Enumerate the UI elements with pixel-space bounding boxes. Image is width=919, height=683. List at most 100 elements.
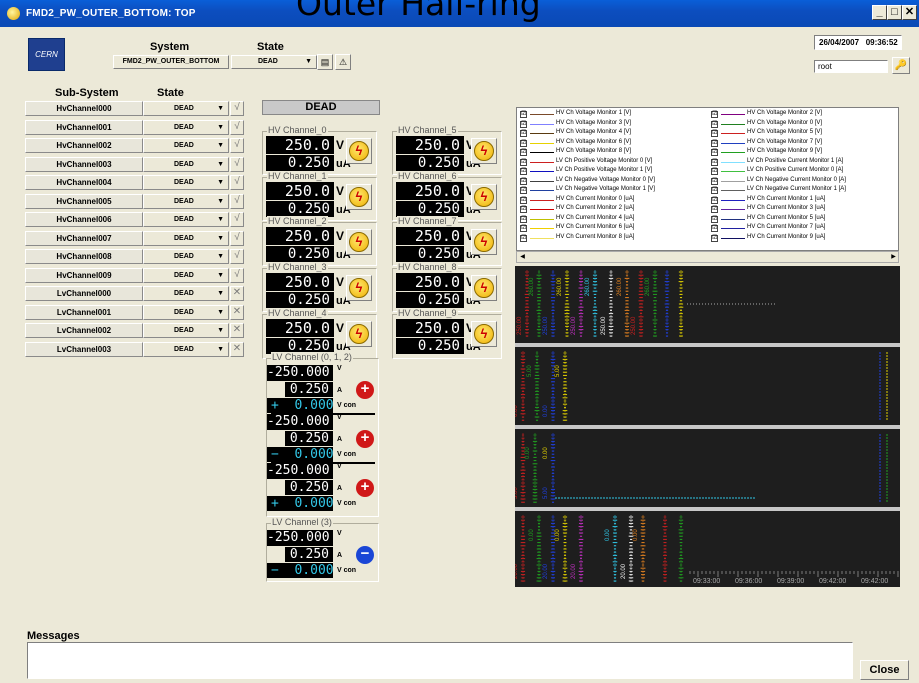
subsystem-button[interactable]: HvChannel002 (25, 138, 143, 153)
user-field[interactable]: root (814, 60, 888, 73)
subsystem-button[interactable]: LvChannel003 (25, 341, 143, 357)
subsystem-state-select[interactable]: DEAD ▼ (143, 119, 229, 135)
power-button[interactable]: ϟ (471, 229, 497, 255)
power-button[interactable]: ϟ (471, 275, 497, 301)
trend-plot-3[interactable]: 5.00 0.00 5.00 0.00 (513, 429, 900, 507)
plus-icon[interactable]: + (356, 381, 374, 399)
subsystem-button[interactable]: HvChannel005 (25, 193, 143, 209)
subsystem-state-select[interactable]: DEAD ▼ (143, 156, 229, 172)
check-icon[interactable]: √ (230, 212, 244, 227)
power-button[interactable]: ϟ (471, 321, 497, 347)
subsystem-state-select[interactable]: DEAD ▼ (143, 249, 229, 264)
legend-checkbox[interactable]: ☑ (711, 234, 718, 242)
trend-plot-2[interactable]: 0.00 5.00 0.00 5.00 (513, 347, 900, 425)
subsystem-button[interactable]: LvChannel001 (25, 304, 143, 320)
subsystem-button[interactable]: HvChannel007 (25, 230, 143, 246)
close-window-button[interactable]: ✕ (902, 5, 917, 20)
minimize-button[interactable]: _ (872, 5, 887, 20)
legend-checkbox[interactable]: ☑ (520, 120, 527, 128)
legend-checkbox[interactable]: ☑ (520, 187, 527, 194)
subsystem-button[interactable]: HvChannel001 (25, 119, 143, 135)
legend-checkbox[interactable]: ☑ (520, 130, 527, 137)
legend-checkbox[interactable]: ☑ (711, 177, 718, 185)
legend-checkbox[interactable]: ☑ (520, 139, 527, 147)
check-icon[interactable]: √ (230, 230, 244, 246)
legend-checkbox[interactable]: ☑ (711, 187, 718, 194)
power-button[interactable]: ϟ (471, 184, 497, 210)
maximize-button[interactable]: □ (887, 5, 902, 20)
legend-checkbox[interactable]: ☑ (711, 139, 718, 147)
subsystem-state-select[interactable]: DEAD ▼ (143, 267, 229, 283)
subsystem-state-select[interactable]: DEAD ▼ (143, 341, 229, 357)
legend-checkbox[interactable]: ☑ (711, 225, 718, 232)
legend-checkbox[interactable]: ☑ (711, 120, 718, 128)
subsystem-state-select[interactable]: DEAD ▼ (143, 212, 229, 227)
close-button[interactable]: Close (860, 660, 909, 680)
messages-box[interactable] (27, 642, 853, 679)
subsystem-button[interactable]: HvChannel008 (25, 249, 143, 264)
legend-checkbox[interactable]: ☑ (711, 149, 718, 156)
check-icon[interactable]: √ (230, 119, 244, 135)
subsystem-button[interactable]: HvChannel003 (25, 156, 143, 172)
power-button[interactable]: ϟ (346, 138, 372, 164)
subsystem-state-select[interactable]: DEAD ▼ (143, 286, 229, 301)
subsystem-button[interactable]: HvChannel004 (25, 175, 143, 190)
power-button[interactable]: ϟ (346, 229, 372, 255)
legend-checkbox[interactable]: ☑ (520, 206, 527, 213)
power-button[interactable]: ϟ (346, 184, 372, 210)
plus-icon[interactable]: + (356, 479, 374, 497)
legend-checkbox[interactable]: ☑ (520, 168, 527, 175)
subsystem-button[interactable]: LvChannel002 (25, 323, 143, 338)
legend-checkbox[interactable]: ☑ (711, 158, 718, 166)
cross-icon[interactable]: ✕ (230, 341, 244, 357)
legend-checkbox[interactable]: ☑ (520, 225, 527, 232)
warning-icon-button[interactable]: ⚠ (335, 54, 351, 70)
check-icon[interactable]: √ (230, 249, 244, 264)
legend-checkbox[interactable]: ☑ (520, 234, 527, 242)
legend-checkbox[interactable]: ☑ (520, 177, 527, 185)
check-icon[interactable]: √ (230, 101, 244, 116)
cross-icon[interactable]: ✕ (230, 304, 244, 320)
legend-scrollbar[interactable]: ◀ ▶ (516, 251, 899, 263)
check-icon[interactable]: √ (230, 156, 244, 172)
check-icon[interactable]: √ (230, 175, 244, 190)
check-icon[interactable]: √ (230, 267, 244, 283)
check-icon[interactable]: √ (230, 193, 244, 209)
legend-checkbox[interactable]: ☑ (520, 196, 527, 204)
scroll-left-icon[interactable]: ◀ (518, 253, 527, 261)
subsystem-state-select[interactable]: DEAD ▼ (143, 304, 229, 320)
subsystem-state-select[interactable]: DEAD ▼ (143, 323, 229, 338)
system-state-select[interactable]: DEAD ▼ (231, 55, 317, 69)
subsystem-button[interactable]: HvChannel000 (25, 101, 143, 116)
plus-icon[interactable]: + (356, 430, 374, 448)
trend-plot-4[interactable]: 20.00 0.00 20.00 0.00 20.00 0.00 20.00 0.00 09:3… (513, 511, 900, 587)
subsystem-state-select[interactable]: DEAD ▼ (143, 138, 229, 153)
legend-checkbox[interactable]: ☑ (520, 149, 527, 156)
subsystem-button[interactable]: LvChannel000 (25, 286, 143, 301)
key-button[interactable]: 🔑 (892, 57, 910, 74)
subsystem-state-select[interactable]: DEAD ▼ (143, 193, 229, 209)
legend-checkbox[interactable]: ☑ (520, 158, 527, 166)
legend-checkbox[interactable]: ☑ (520, 111, 527, 118)
cross-icon[interactable]: ✕ (230, 286, 244, 301)
legend-checkbox[interactable]: ☑ (711, 215, 718, 223)
power-button[interactable]: ϟ (346, 321, 372, 347)
legend-checkbox[interactable]: ☑ (711, 196, 718, 204)
trend-plot-1[interactable]: 250.00 260.00 250.00 260.00 250.00 260.00 250.… (515, 266, 900, 343)
power-button[interactable]: ϟ (471, 138, 497, 164)
subsystem-button[interactable]: HvChannel006 (25, 212, 143, 227)
legend-checkbox[interactable]: ☑ (520, 215, 527, 223)
scroll-right-icon[interactable]: ▶ (889, 253, 898, 261)
legend-checkbox[interactable]: ☑ (711, 111, 718, 118)
legend-checkbox[interactable]: ☑ (711, 206, 718, 213)
legend-checkbox[interactable]: ☑ (711, 168, 718, 175)
power-button[interactable]: ϟ (346, 275, 372, 301)
subsystem-button[interactable]: HvChannel009 (25, 267, 143, 283)
subsystem-state-select[interactable]: DEAD ▼ (143, 230, 229, 246)
cross-icon[interactable]: ✕ (230, 323, 244, 338)
document-icon-button[interactable]: ▤ (317, 54, 333, 70)
subsystem-state-select[interactable]: DEAD ▼ (143, 175, 229, 190)
legend-checkbox[interactable]: ☑ (711, 130, 718, 137)
subsystem-state-select[interactable]: DEAD ▼ (143, 101, 229, 116)
check-icon[interactable]: √ (230, 138, 244, 153)
